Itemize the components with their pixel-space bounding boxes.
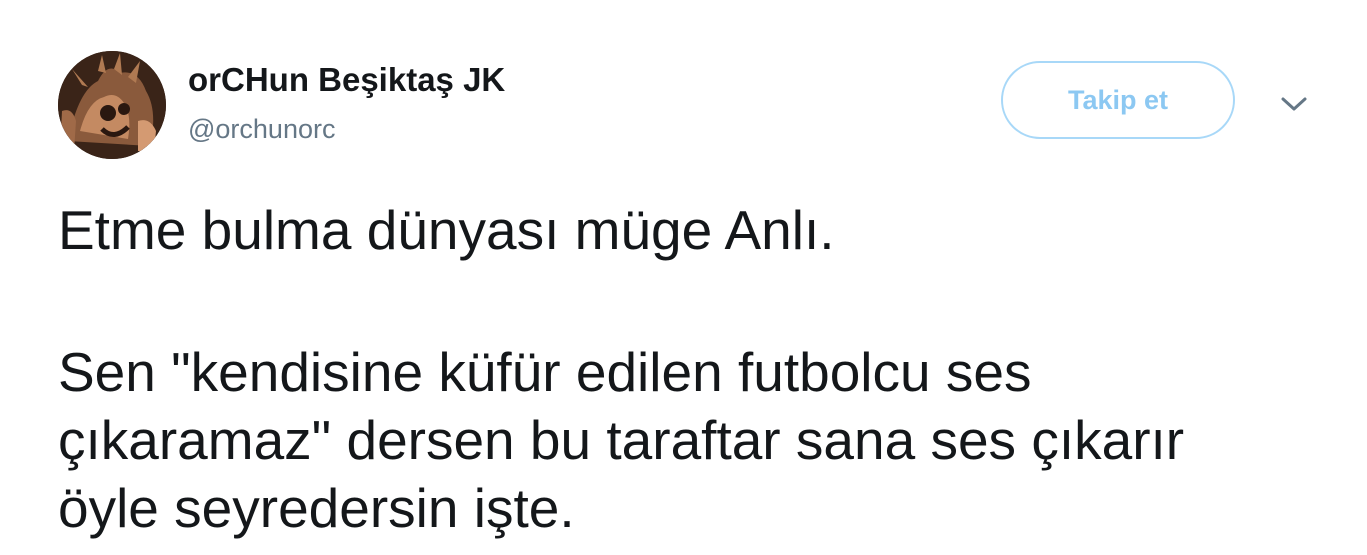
tweet-text-line: öyle seyredersin işte. xyxy=(58,477,575,539)
tweet-text-line: Sen "kendisine küfür edilen futbolcu ses xyxy=(58,341,1032,403)
display-name[interactable]: orCHun Beşiktaş JK xyxy=(188,60,505,100)
tweet-text-line: Etme bulma dünyası müge Anlı. xyxy=(58,199,835,261)
avatar-image xyxy=(58,51,166,159)
user-handle[interactable]: @orchunorc xyxy=(188,112,335,146)
tweet-text-line: çıkaramaz" dersen bu taraftar sana ses ç… xyxy=(58,409,1185,471)
chevron-down-icon xyxy=(1281,97,1307,111)
tweet-menu-button[interactable] xyxy=(1274,86,1314,122)
tweet-card: orCHun Beşiktaş JK @orchunorc Takip et E… xyxy=(0,0,1367,555)
user-avatar[interactable] xyxy=(58,51,166,159)
tweet-text: Etme bulma dünyası müge Anlı. Sen "kendi… xyxy=(58,196,1338,542)
follow-button[interactable]: Takip et xyxy=(1001,61,1235,139)
